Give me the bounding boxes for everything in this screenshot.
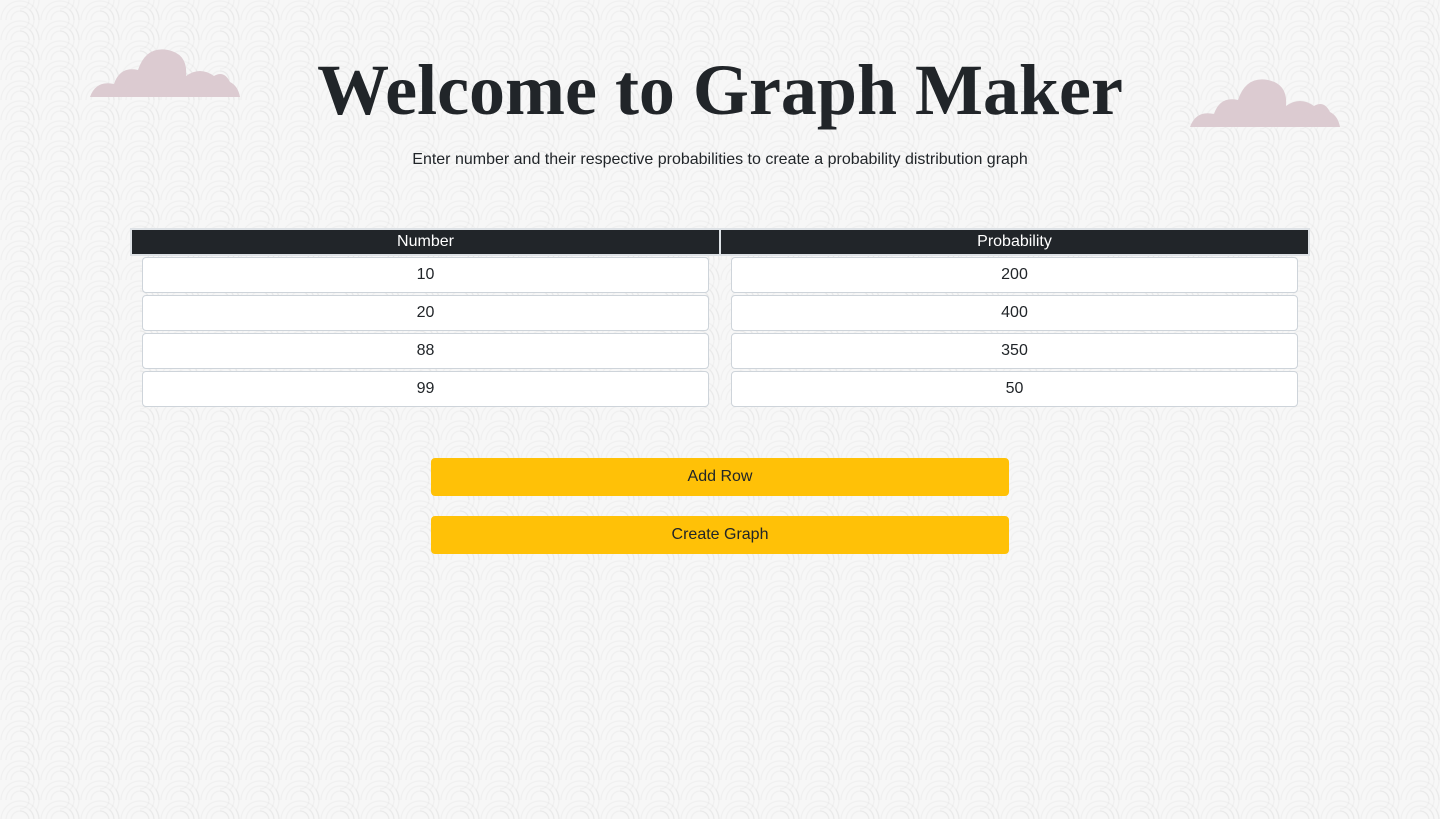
probability-input[interactable]	[731, 257, 1298, 293]
table-row	[131, 294, 1309, 332]
table-cell	[720, 294, 1309, 332]
create-graph-button[interactable]: Create Graph	[431, 516, 1009, 554]
probability-input[interactable]	[731, 333, 1298, 369]
table-row	[131, 370, 1309, 408]
column-header-number: Number	[130, 228, 721, 256]
number-input[interactable]	[142, 257, 709, 293]
table-row	[131, 255, 1309, 294]
number-input[interactable]	[142, 333, 709, 369]
number-input[interactable]	[142, 295, 709, 331]
probability-table: Number Probability	[130, 228, 1310, 408]
table-cell	[720, 332, 1309, 370]
table-cell	[131, 294, 720, 332]
table-header-row: Number Probability	[130, 228, 1310, 256]
add-row-button[interactable]: Add Row	[431, 458, 1009, 496]
probability-input[interactable]	[731, 371, 1298, 407]
page-title: Welcome to Graph Maker	[317, 50, 1123, 130]
table-cell	[720, 255, 1309, 294]
probability-input[interactable]	[731, 295, 1298, 331]
number-input[interactable]	[142, 371, 709, 407]
table-cell	[131, 255, 720, 294]
table-cell	[720, 370, 1309, 408]
page-subtitle: Enter number and their respective probab…	[412, 151, 1028, 168]
column-header-probability: Probability	[719, 228, 1310, 256]
table-row	[131, 332, 1309, 370]
table-cell	[131, 332, 720, 370]
table-cell	[131, 370, 720, 408]
